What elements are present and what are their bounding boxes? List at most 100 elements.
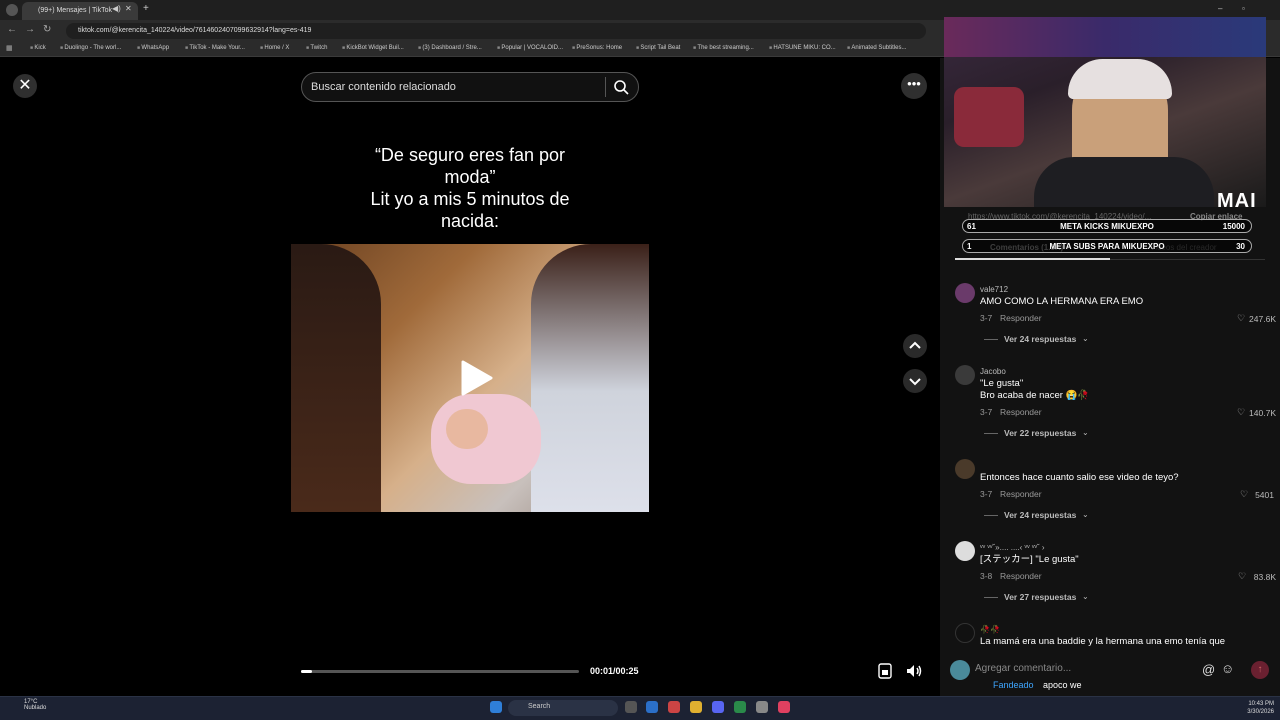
app-icon[interactable]	[668, 701, 680, 713]
video-timecode: 00:01/00:25	[590, 666, 639, 676]
tab-creator-videos[interactable]: Videos del creador	[1150, 243, 1217, 252]
apps-icon[interactable]: ▦	[6, 44, 13, 52]
like-count: 140.7K	[1249, 408, 1276, 418]
file-explorer-icon[interactable]	[690, 701, 702, 713]
back-icon[interactable]: ←	[7, 24, 17, 35]
reload-icon[interactable]: ↻	[43, 24, 51, 35]
search-placeholder: Buscar contenido relacionado	[311, 81, 456, 93]
goal-target: 15000	[1222, 222, 1245, 231]
avatar[interactable]	[955, 623, 975, 643]
comment-date: 3-8	[980, 571, 993, 581]
url-field[interactable]: tiktok.com/@kerencita_140224/video/76146…	[66, 23, 926, 39]
bookmark-item[interactable]: Animated Subtitles...	[847, 45, 906, 51]
maximize-icon[interactable]: ▫	[1242, 4, 1245, 13]
next-video-button[interactable]	[903, 369, 927, 393]
forward-icon[interactable]: →	[25, 24, 35, 35]
bookmark-item[interactable]: Script Tail Beat	[636, 45, 680, 51]
bookmark-item[interactable]: Kick	[30, 45, 45, 51]
new-tab-icon[interactable]: +	[143, 3, 149, 14]
comment-text: Entonces hace cuanto salio ese video de …	[980, 472, 1179, 483]
taskbar-search[interactable]: Search	[508, 700, 618, 716]
goal-bar-kicks: 61 META KICKS MIKUEXPO 15000	[962, 219, 1252, 233]
mention-icon[interactable]: @	[1202, 662, 1215, 677]
chevron-down-icon: ⌄	[1082, 510, 1089, 519]
chevron-down-icon: ⌄	[1082, 334, 1089, 343]
start-icon[interactable]	[490, 701, 502, 713]
task-view-icon[interactable]	[625, 701, 637, 713]
goal-label: META KICKS MIKUEXPO	[1060, 222, 1154, 231]
chrome-icon[interactable]	[734, 701, 746, 713]
chat-overlay-message: apoco we	[1043, 680, 1082, 690]
system-clock[interactable]: 10:43 PM 3/30/2026	[1240, 700, 1274, 716]
music-icon[interactable]	[778, 701, 790, 713]
reply-button[interactable]: Responder	[1000, 571, 1042, 581]
comment-date: 3-7	[980, 313, 993, 323]
figure-right	[531, 244, 649, 512]
url-text: tiktok.com/@kerencita_140224/video/76146…	[78, 27, 312, 34]
settings-icon[interactable]	[756, 701, 768, 713]
close-icon[interactable]: ✕	[13, 74, 37, 98]
comment-username[interactable]: 🥀🥀	[980, 625, 1000, 634]
comment-username[interactable]: vale712	[980, 285, 1008, 294]
bookmark-item[interactable]: Popular | VOCALOID...	[497, 45, 563, 51]
avatar	[950, 660, 970, 680]
webcam-overlay	[944, 17, 1266, 207]
bookmark-item[interactable]: HATSUNE MIKU: CO...	[769, 45, 835, 51]
avatar[interactable]	[955, 365, 975, 385]
comment-username[interactable]: ᵛᵛ ᵛᵛ˘».... ....‹ ᵛᵛ ᵛᵛ˘ ›	[980, 543, 1045, 552]
profile-icon[interactable]	[6, 4, 18, 16]
bookmark-item[interactable]: TikTok - Make Your...	[185, 45, 244, 51]
view-replies-button[interactable]: Ver 24 respuestas	[984, 334, 1076, 344]
avatar[interactable]	[955, 459, 975, 479]
bookmark-item[interactable]: PreSonus: Home	[572, 45, 622, 51]
reply-button[interactable]: Responder	[1000, 313, 1042, 323]
view-replies-button[interactable]: Ver 22 respuestas	[984, 428, 1076, 438]
tab-title: (99+) Mensajes | TikTok	[38, 7, 112, 14]
comment-date: 3-7	[980, 489, 993, 499]
discord-icon[interactable]	[712, 701, 724, 713]
progress-track[interactable]	[301, 670, 579, 673]
reply-button[interactable]: Responder	[1000, 489, 1042, 499]
caption-line: Lit yo a mis 5 minutos de	[370, 189, 570, 209]
like-count: 5401	[1255, 490, 1274, 500]
bookmark-item[interactable]: KickBot Widget Buil...	[342, 45, 403, 51]
video-caption: “De seguro eres fan por moda” Lit yo a m…	[291, 144, 649, 232]
avatar[interactable]	[955, 541, 975, 561]
webcam-backdrop	[944, 17, 1266, 57]
avatar[interactable]	[955, 283, 975, 303]
progress-fill	[301, 670, 313, 673]
bookmark-item[interactable]: Duolingo - The worl...	[60, 45, 121, 51]
tab-close-icon[interactable]: ✕	[125, 4, 132, 13]
bookmark-item[interactable]: The best streaming...	[693, 45, 753, 51]
bookmark-item[interactable]: (3) Dashboard / Stre...	[418, 45, 481, 51]
previous-video-button[interactable]	[903, 334, 927, 358]
comment-date: 3-7	[980, 407, 993, 417]
chat-overlay-name: Fandeado	[993, 680, 1034, 690]
webcam-shirt	[1034, 157, 1214, 207]
view-replies-button[interactable]: Ver 24 respuestas	[984, 510, 1076, 520]
search-icon[interactable]	[612, 78, 630, 96]
taskbar	[0, 696, 1280, 720]
weather-widget[interactable]: 17°C Nublado	[10, 699, 46, 711]
play-icon[interactable]	[455, 358, 495, 398]
view-replies-button[interactable]: Ver 27 respuestas	[984, 592, 1076, 602]
reply-button[interactable]: Responder	[1000, 407, 1042, 417]
volume-icon[interactable]	[904, 661, 924, 681]
caption-line: “De seguro eres fan por	[374, 145, 566, 165]
bookmark-item[interactable]: Home / X	[260, 45, 289, 51]
comment-username[interactable]: Jacobo	[980, 367, 1006, 376]
bookmark-item[interactable]: Twitch	[306, 45, 327, 51]
comment-text: [ステッカー] "Le gusta"	[980, 554, 1079, 565]
tab-comments[interactable]: Comentarios (1.5K)	[990, 243, 1063, 252]
picture-in-picture-icon[interactable]	[876, 662, 894, 680]
send-button[interactable]: ↑	[1251, 661, 1269, 679]
edge-icon[interactable]	[646, 701, 658, 713]
comment-text: "Le gusta"	[980, 378, 1024, 389]
tab-audio-icon[interactable]: ◀)	[112, 4, 121, 13]
bookmark-item[interactable]: WhatsApp	[137, 45, 169, 51]
comment-input[interactable]: Agregar comentario...	[975, 660, 1197, 680]
minimize-icon[interactable]: –	[1218, 4, 1222, 13]
emoji-icon[interactable]: ☺	[1221, 661, 1234, 676]
more-options-icon[interactable]: •••	[901, 73, 927, 99]
figure-left	[291, 244, 381, 512]
